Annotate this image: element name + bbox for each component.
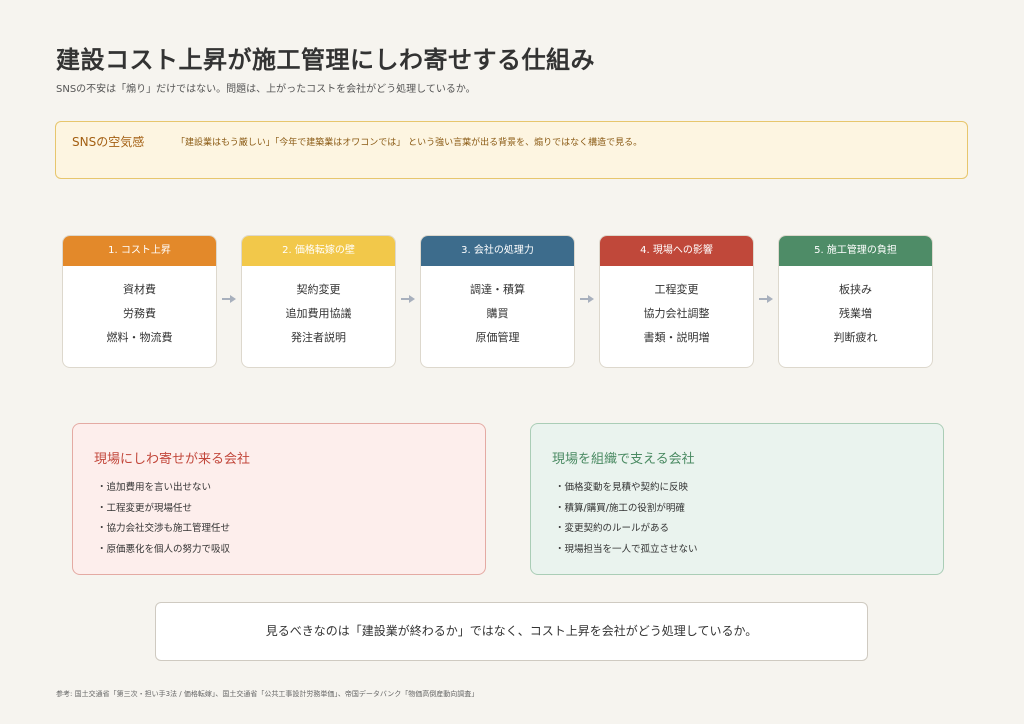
list-item: ・追加費用を言い出せない [97, 482, 212, 493]
flow-step-header: 5. 施工管理の負担 [779, 236, 932, 266]
flow-step-item: 協力会社調整 [643, 307, 710, 320]
flow-step-item: 調達・積算 [470, 283, 525, 296]
sns-text: 「建設業はもう厳しい」「今年で建築業はオワコンでは」 という強い言葉が出る背景を… [176, 138, 643, 148]
flow-step-item: 残業増 [839, 307, 872, 320]
panel-list: ・追加費用を言い出せない ・工程変更が現場任せ ・協力会社交渉も施工管理任せ ・… [97, 478, 230, 560]
footnote: 参考: 国土交通省「第三次・担い手3法 / 価格転嫁」、国土交通省「公共工事設計… [56, 690, 479, 698]
page-title: 建設コスト上昇が施工管理にしわ寄せする仕組み [56, 46, 595, 74]
conclusion-box: 見るべきなのは「建設業が終わるか」ではなく、コスト上昇を会社がどう処理しているか… [155, 602, 868, 661]
list-item: ・協力会社交渉も施工管理任せ [97, 523, 231, 534]
flow-step-item: 書類・説明増 [643, 331, 710, 344]
arrow-right-icon [759, 294, 773, 304]
panel-burdened-company: 現場にしわ寄せが来る会社 ・追加費用を言い出せない ・工程変更が現場任せ ・協力… [72, 423, 486, 575]
arrow-right-icon [580, 294, 594, 304]
list-item: ・現場担当を一人で孤立させない [555, 543, 698, 555]
panel-title: 現場にしわ寄せが来る会社 [94, 452, 251, 467]
list-item: ・変更契約のルールがある [555, 523, 670, 534]
flow-step-header: 4. 現場への影響 [600, 236, 753, 266]
flow-step-header: 3. 会社の処理力 [421, 236, 574, 266]
flow-step-management-burden: 5. 施工管理の負担 板挟み 残業増 判断疲れ [778, 235, 933, 368]
flow-step-item: 板挟み [839, 283, 872, 296]
flow-step-item: 燃料・物流費 [106, 331, 173, 344]
list-item: ・工程変更が現場任せ [97, 502, 193, 514]
sns-label: SNSの空気感 [72, 135, 145, 149]
flow-step-item: 追加費用協議 [285, 307, 352, 320]
panel-supportive-company: 現場を組織で支える会社 ・価格変動を見積や契約に反映 ・積算/購買/施工の役割が… [530, 423, 944, 575]
flow-step-price-pass-through: 2. 価格転嫁の壁 契約変更 追加費用協議 発注者説明 [241, 235, 396, 368]
flow-step-header: 2. 価格転嫁の壁 [242, 236, 395, 266]
flow-step-item: 購買 [486, 307, 509, 320]
list-item: ・原価悪化を個人の努力で吸収 [97, 543, 231, 555]
arrow-right-icon [401, 294, 415, 304]
list-item: ・積算/購買/施工の役割が明確 [555, 502, 685, 514]
flow-step-site-impact: 4. 現場への影響 工程変更 協力会社調整 書類・説明増 [599, 235, 754, 368]
flow-step-company-capacity: 3. 会社の処理力 調達・積算 購買 原価管理 [420, 235, 575, 368]
flow-step-header: 1. コスト上昇 [63, 236, 216, 266]
arrow-right-icon [222, 294, 236, 304]
flow-step-item: 資材費 [123, 283, 156, 296]
flow-step-item: 判断疲れ [833, 331, 878, 344]
flow-step-item: 発注者説明 [291, 331, 346, 344]
flow-step-item: 労務費 [123, 307, 156, 320]
flow-step-item: 契約変更 [296, 283, 341, 296]
sns-callout: SNSの空気感 「建設業はもう厳しい」「今年で建築業はオワコンでは」 という強い… [55, 121, 968, 179]
list-item: ・価格変動を見積や契約に反映 [555, 482, 689, 493]
page-subtitle: SNSの不安は「煽り」だけではない。問題は、上がったコストを会社がどう処理してい… [56, 84, 476, 95]
panel-title: 現場を組織で支える会社 [552, 452, 695, 467]
flow-step-item: 原価管理 [475, 331, 520, 344]
panel-list: ・価格変動を見積や契約に反映 ・積算/購買/施工の役割が明確 ・変更契約のルール… [555, 478, 698, 560]
flow-step-cost-rise: 1. コスト上昇 資材費 労務費 燃料・物流費 [62, 235, 217, 368]
flow-step-item: 工程変更 [654, 283, 699, 296]
